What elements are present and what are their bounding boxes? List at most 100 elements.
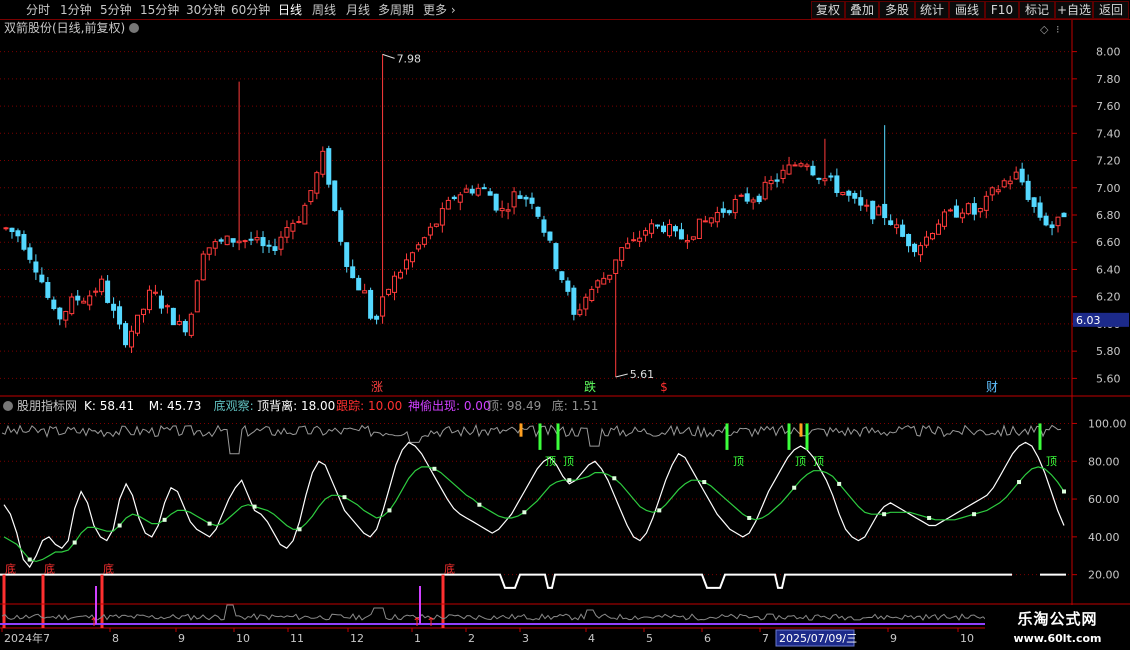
candle-body bbox=[427, 226, 433, 236]
candle-body bbox=[852, 192, 858, 199]
candle-body bbox=[81, 300, 87, 304]
candle-body bbox=[21, 234, 27, 250]
series-point-M bbox=[387, 508, 392, 513]
candle-body bbox=[935, 223, 941, 235]
indicator-stat-4: 跟踪: 10.00 bbox=[336, 399, 402, 413]
indicator-tick-label: 20.00 bbox=[1088, 569, 1120, 582]
candle-body bbox=[535, 206, 541, 217]
cursor-date-label: 2025/07/09/三 bbox=[779, 632, 857, 645]
candle-body bbox=[188, 313, 194, 336]
candle-body bbox=[439, 208, 445, 226]
candle-body bbox=[655, 224, 661, 227]
toolbar-button-4[interactable]: 画线 bbox=[949, 1, 985, 19]
period-tab-7[interactable]: 周线 bbox=[312, 2, 336, 18]
top-signal-label: 顶 bbox=[1046, 455, 1057, 468]
candle-body bbox=[547, 231, 553, 241]
candle-body bbox=[822, 178, 828, 182]
dots-icon[interactable]: ⁝ bbox=[1056, 23, 1060, 36]
candle-body bbox=[696, 218, 702, 239]
toolbar-button-1[interactable]: 叠加 bbox=[845, 1, 879, 19]
candle-body bbox=[882, 203, 888, 219]
candle-body bbox=[320, 150, 326, 175]
candle-body bbox=[894, 224, 900, 229]
toolbar-button-3[interactable]: 统计 bbox=[915, 1, 949, 19]
candle-body bbox=[750, 199, 756, 203]
candle-body bbox=[27, 247, 33, 260]
candle-body bbox=[924, 236, 930, 246]
date-label-0: 2024年7 bbox=[4, 631, 50, 645]
candle-body bbox=[362, 290, 368, 294]
series-point-M bbox=[567, 478, 572, 483]
date-label-5: 12 bbox=[350, 632, 364, 645]
candle-body bbox=[888, 220, 894, 226]
period-tab-2[interactable]: 5分钟 bbox=[100, 2, 132, 18]
period-tab-8[interactable]: 月线 bbox=[346, 2, 370, 18]
candle-body bbox=[643, 230, 649, 236]
candle-body bbox=[929, 232, 935, 240]
candle-body bbox=[15, 230, 21, 237]
candle-body bbox=[368, 289, 374, 319]
toolbar-button-0[interactable]: 复权 bbox=[811, 1, 845, 19]
period-tab-1[interactable]: 1分钟 bbox=[60, 2, 92, 18]
price-tick-label: 6.40 bbox=[1096, 263, 1121, 276]
candle-body bbox=[672, 226, 678, 232]
up-arrow-icon: ↑ bbox=[426, 615, 436, 629]
indicator-stat-0: K: 58.41 bbox=[84, 399, 134, 413]
candle-body bbox=[840, 191, 846, 196]
period-tab-6[interactable]: 日线 bbox=[278, 2, 302, 18]
event-marker-0[interactable]: 涨 bbox=[371, 379, 383, 394]
candle-body bbox=[601, 277, 607, 285]
candle-body bbox=[577, 309, 583, 316]
toolbar-button-2[interactable]: 多股 bbox=[879, 1, 915, 19]
series-point-M bbox=[72, 540, 77, 545]
period-tab-3[interactable]: 15分钟 bbox=[140, 2, 179, 18]
candle-body bbox=[678, 229, 684, 240]
candle-body bbox=[499, 207, 505, 212]
period-tab-9[interactable]: 多周期 bbox=[378, 2, 414, 18]
toolbar-button-6[interactable]: 标记 bbox=[1019, 1, 1055, 19]
toolbar-button-7[interactable]: +自选 bbox=[1055, 1, 1093, 19]
candle-body bbox=[33, 261, 39, 273]
candle-body bbox=[619, 247, 625, 261]
candle-body bbox=[135, 314, 141, 334]
indicator-stat-2: 底观察: bbox=[214, 398, 254, 413]
period-tab-4[interactable]: 30分钟 bbox=[186, 2, 225, 18]
candle-body bbox=[433, 223, 439, 227]
candle-body bbox=[338, 210, 344, 242]
candle-body bbox=[523, 196, 529, 200]
event-marker-2[interactable]: $ bbox=[660, 380, 668, 394]
candle-body bbox=[344, 242, 350, 267]
candle-body bbox=[906, 233, 912, 247]
candle-body bbox=[356, 277, 362, 291]
candle-body bbox=[559, 271, 565, 281]
candle-body bbox=[995, 189, 1001, 193]
candle-body bbox=[415, 244, 421, 250]
kline-chart[interactable]: 8.00 7.80 7.60 7.40 7.20 7.00 6.80 6.60 6.40 6.20… bbox=[0, 20, 1130, 650]
candle-body bbox=[690, 236, 696, 240]
series-point-M bbox=[792, 485, 797, 490]
event-marker-1[interactable]: 跌 bbox=[584, 379, 596, 394]
candle-body bbox=[953, 205, 959, 218]
date-label-13: 9 bbox=[890, 632, 897, 645]
series-point-M bbox=[27, 557, 32, 562]
toolbar-button-8[interactable]: 返回 bbox=[1093, 1, 1129, 19]
period-tab-5[interactable]: 60分钟 bbox=[231, 2, 270, 18]
date-label-6: 1 bbox=[414, 632, 421, 645]
diamond-icon[interactable]: ◇ bbox=[1040, 23, 1049, 36]
candle-body bbox=[152, 291, 158, 294]
price-tick-label: 7.20 bbox=[1096, 155, 1121, 168]
candle-body bbox=[858, 197, 864, 206]
candle-body bbox=[129, 330, 135, 348]
chevron-down-circle-icon[interactable] bbox=[3, 401, 13, 411]
candle-body bbox=[99, 278, 105, 293]
candle-body bbox=[1001, 180, 1007, 188]
candle-body bbox=[308, 190, 314, 203]
toolbar-button-5[interactable]: F10 bbox=[985, 1, 1019, 19]
more-menu[interactable]: 更多 › bbox=[423, 2, 456, 18]
candle-body bbox=[870, 200, 876, 220]
price-tick-label: 7.00 bbox=[1096, 182, 1121, 195]
period-tab-0[interactable]: 分时 bbox=[26, 2, 50, 18]
event-marker-3[interactable]: 财 bbox=[986, 380, 998, 394]
candle-body bbox=[517, 195, 523, 199]
chevron-down-circle-icon[interactable] bbox=[129, 23, 139, 33]
